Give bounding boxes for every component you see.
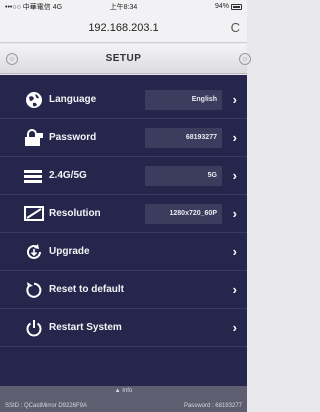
- globe-icon: [24, 90, 44, 110]
- menu-item-label: Password: [49, 132, 97, 143]
- menu-item-label: Language: [49, 94, 97, 105]
- menu-item-upgrade[interactable]: Upgrade ›: [0, 233, 247, 271]
- reset-icon: [24, 280, 44, 300]
- menu-item-label: 2.4G/5G: [49, 170, 87, 181]
- menu-item-label: Restart System: [49, 322, 122, 333]
- carrier-label: •••○○ 中華電信 4G: [5, 3, 63, 11]
- wifi-bands-icon: [24, 166, 44, 186]
- menu-item-restart[interactable]: Restart System ›: [0, 309, 247, 347]
- chevron-right-icon[interactable]: ›: [233, 168, 237, 183]
- settings-menu: Language English › Password 68193277 › 2…: [0, 75, 247, 386]
- menu-item-reset[interactable]: Reset to default ›: [0, 271, 247, 309]
- clock: 上午8:34: [109, 3, 138, 11]
- ssid-text: SSID : QCastMirror D9226F9A: [5, 403, 88, 409]
- footer-bar: ▲ Info SSID : QCastMirror D9226F9A Passw…: [0, 386, 247, 412]
- menu-item-resolution[interactable]: Resolution 1280x720_60P ›: [0, 195, 247, 233]
- menu-item-label: Reset to default: [49, 284, 125, 295]
- screen-icon: [24, 204, 44, 224]
- info-label[interactable]: Info: [122, 388, 132, 394]
- address-bar[interactable]: 192.168.203.1 C: [0, 13, 247, 43]
- back-icon[interactable]: ○: [6, 53, 18, 65]
- band-value[interactable]: 5G: [145, 165, 222, 186]
- battery-percent: 94%: [214, 3, 229, 10]
- info-toggle[interactable]: ▲ Info: [0, 388, 247, 394]
- menu-item-band[interactable]: 2.4G/5G 5G ›: [0, 157, 247, 195]
- language-value[interactable]: English: [145, 89, 222, 110]
- url-text[interactable]: 192.168.203.1: [88, 22, 158, 34]
- chevron-right-icon[interactable]: ›: [233, 282, 237, 297]
- chevron-up-icon[interactable]: ▲: [115, 388, 121, 394]
- chevron-right-icon[interactable]: ›: [233, 130, 237, 145]
- setup-header: ○ SETUP ○: [0, 44, 251, 74]
- forward-icon[interactable]: ○: [239, 53, 251, 65]
- chevron-right-icon[interactable]: ›: [233, 320, 237, 335]
- menu-item-label: Upgrade: [49, 246, 90, 257]
- upgrade-icon: [24, 242, 44, 262]
- reload-icon[interactable]: C: [231, 20, 240, 35]
- battery-indicator: 94%: [163, 3, 242, 10]
- chevron-right-icon[interactable]: ›: [233, 206, 237, 221]
- power-icon: [24, 318, 44, 338]
- page-title: SETUP: [105, 53, 142, 64]
- resolution-value[interactable]: 1280x720_60P: [145, 203, 222, 224]
- chevron-right-icon[interactable]: ›: [233, 244, 237, 259]
- status-bar: •••○○ 中華電信 4G 上午8:34 94%: [0, 0, 247, 13]
- menu-item-label: Resolution: [49, 208, 101, 219]
- password-value[interactable]: 68193277: [145, 127, 222, 148]
- footer-password-text: Password : 68193277: [183, 403, 242, 409]
- lock-icon: [24, 128, 44, 148]
- battery-icon: [231, 3, 242, 10]
- chevron-right-icon[interactable]: ›: [233, 92, 237, 107]
- menu-item-password[interactable]: Password 68193277 ›: [0, 119, 247, 157]
- menu-item-language[interactable]: Language English ›: [0, 81, 247, 119]
